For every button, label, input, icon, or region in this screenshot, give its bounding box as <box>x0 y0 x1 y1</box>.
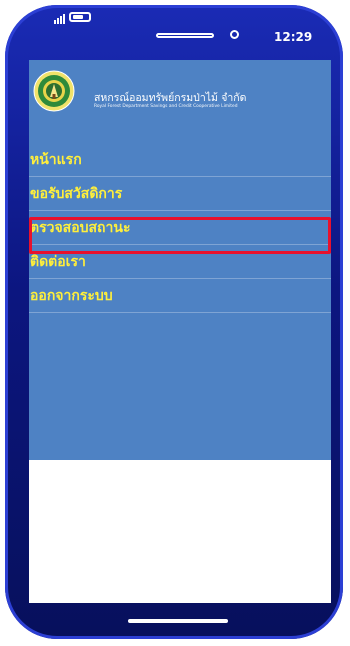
status-time: 12:29 <box>274 30 313 44</box>
home-indicator[interactable] <box>128 619 228 623</box>
org-name-english: Royal Forest Department Savings and Cred… <box>94 104 238 109</box>
menu-item-request-welfare[interactable]: ขอรับสวัสดิการ <box>29 177 331 211</box>
battery-icon <box>69 12 91 22</box>
navigation-drawer: สหกรณ์ออมทรัพย์กรมป่าไม้ จำกัด Royal For… <box>29 60 331 460</box>
drawer-header: สหกรณ์ออมทรัพย์กรมป่าไม้ จำกัด Royal For… <box>29 60 331 150</box>
menu-item-label: ออกจากระบบ <box>30 288 113 304</box>
app-screen: สหกรณ์ออมทรัพย์กรมป่าไม้ จำกัด Royal For… <box>29 60 331 603</box>
menu-item-label: ขอรับสวัสดิการ <box>30 186 123 202</box>
front-camera <box>230 30 239 39</box>
menu-item-label: หน้าแรก <box>30 152 82 168</box>
signal-icon <box>54 14 65 24</box>
menu-item-logout[interactable]: ออกจากระบบ <box>29 279 331 313</box>
speaker-grille <box>156 33 214 38</box>
phone-frame: 12:29 สหกรณ์ออมทรัพย์กรมป่าไม้ จำกัด Roy… <box>0 0 350 646</box>
menu-item-home[interactable]: หน้าแรก <box>29 143 331 177</box>
highlight-box <box>29 217 331 254</box>
cooperative-logo <box>33 70 75 112</box>
content-area <box>29 460 331 603</box>
